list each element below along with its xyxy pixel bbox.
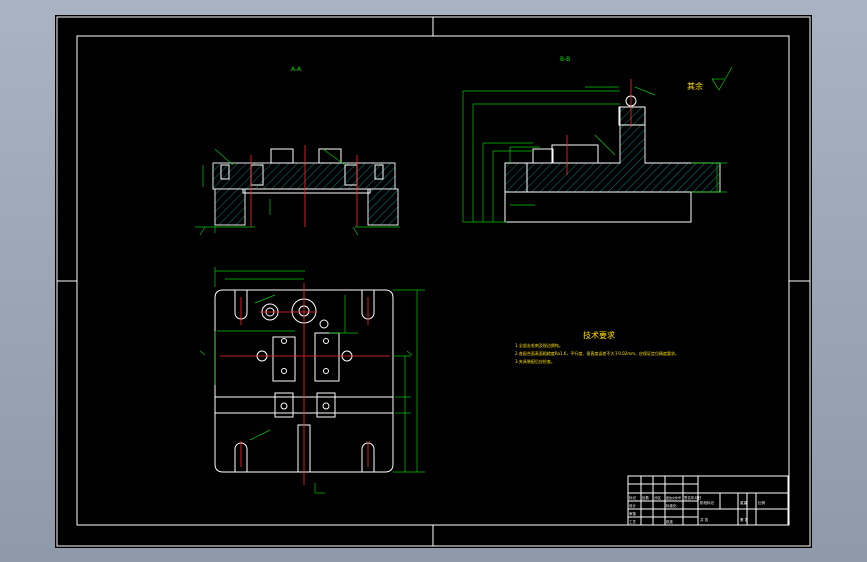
tb-process: 工艺: [629, 519, 637, 524]
tb-design: 设计: [629, 503, 637, 508]
section-a-view: [195, 145, 400, 236]
section-b-label: B-B: [560, 56, 570, 63]
inner-border: [76, 35, 790, 526]
tb-sheet-no: 第 张: [740, 517, 749, 522]
title-block: 标记 处数 分区 更改文件号 签名 年月日 设计 标准化 审核 工艺 批准 阶段…: [627, 475, 789, 526]
centering-marks: [57, 17, 810, 546]
tb-change: 更改文件号: [666, 495, 681, 500]
tb-date: 年月日: [691, 495, 702, 500]
roughness-note: 其余: [687, 81, 703, 91]
tb-count: 处数: [642, 495, 650, 500]
tb-mark: 标记: [629, 495, 637, 500]
tech-notes: 技术要求 1.全部去毛刺及锐边倒钝。 2.各配合面表面粗糙度Ra1.6，平行度、…: [515, 330, 679, 364]
tb-scale: 比例: [758, 500, 766, 505]
tb-sheets-total: 共 张: [700, 517, 709, 522]
tb-zone: 分区: [654, 495, 662, 500]
tb-weight: 重量: [740, 500, 748, 505]
tech-note-1: 1.全部去毛刺及锐边倒钝。: [515, 342, 563, 348]
tb-stage: 阶段标记: [700, 500, 714, 505]
tb-approve: 批准: [666, 519, 674, 524]
tb-review: 审核: [629, 511, 637, 516]
section-a-label: A-A: [291, 66, 302, 73]
tech-note-3: 3.夹具装配后应检查。: [515, 358, 555, 364]
tech-title: 技术要求: [583, 330, 615, 340]
plan-view: [199, 267, 425, 494]
tech-note-2: 2.各配合面表面粗糙度Ra1.6，平行度、垂直度误差不大于0.02mm，应保证定…: [515, 350, 679, 356]
drawing-sheet: A-A B-B 其余 技术要求 1.全部去毛刺及锐边倒钝。 2.各配合面表面粗糙…: [55, 15, 812, 548]
roughness-symbol: [711, 66, 733, 91]
section-b-view: 其余: [462, 66, 733, 223]
cad-drawing: A-A B-B 其余 技术要求 1.全部去毛刺及锐边倒钝。 2.各配合面表面粗糙…: [56, 16, 811, 547]
tb-sign: 签名: [684, 495, 691, 500]
tb-standard: 标准化: [666, 503, 677, 508]
outer-border: [56, 16, 811, 547]
